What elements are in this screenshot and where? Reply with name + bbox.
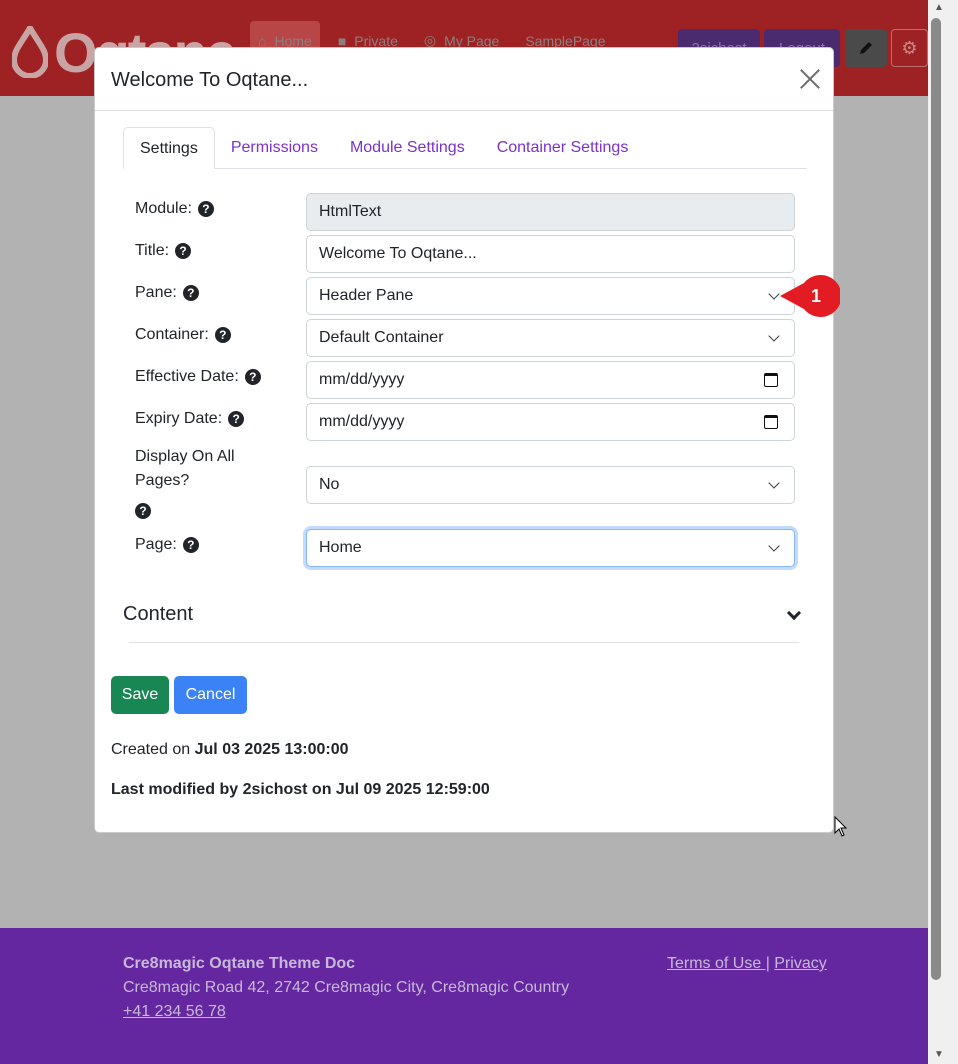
module-value: HtmlText <box>319 203 382 220</box>
modal-title: Welcome To Oqtane... <box>111 69 309 91</box>
module-label: Module: ? <box>135 197 214 221</box>
label-text: Module: <box>135 200 192 217</box>
label-text: Effective Date: <box>135 368 239 385</box>
help-icon[interactable]: ? <box>228 411 245 427</box>
title-input[interactable]: Welcome To Oqtane... <box>306 235 795 273</box>
page-select[interactable]: Home <box>306 529 795 567</box>
drop-icon <box>12 26 48 78</box>
scrollbar-thumb[interactable] <box>931 18 941 980</box>
effective-date-value: mm/dd/yyyy <box>319 371 405 388</box>
divider <box>129 642 799 643</box>
title-value: Welcome To Oqtane... <box>319 245 477 262</box>
label-text: Pane: <box>135 284 177 301</box>
help-icon[interactable]: ? <box>175 243 192 259</box>
footer-address: Cre8magic Road 42, 2742 Cre8magic City, … <box>123 979 570 996</box>
label-text: Pages? <box>135 472 190 489</box>
settings-button[interactable]: ⚙ <box>891 29 928 67</box>
expiry-date-value: mm/dd/yyyy <box>319 413 405 430</box>
modified-info: Last modified by 2sichost on Jul 09 2025… <box>111 781 490 799</box>
tab-container-settings[interactable]: Container Settings <box>481 127 645 169</box>
calendar-icon[interactable] <box>764 373 778 387</box>
pane-value: Header Pane <box>319 287 414 304</box>
label-text: Expiry Date: <box>135 410 223 427</box>
settings-tabs: Settings Permissions Module Settings Con… <box>123 127 807 169</box>
help-icon[interactable]: ? <box>214 327 231 343</box>
expiry-date-label: Expiry Date: ? <box>135 407 245 431</box>
chevron-down-icon <box>768 477 780 489</box>
container-value: Default Container <box>319 329 444 346</box>
module-settings-modal: Welcome To Oqtane... Settings Permission… <box>94 47 834 833</box>
created-info: Created on Jul 03 2025 13:00:00 <box>111 741 349 759</box>
chevron-down-icon[interactable] <box>786 605 802 621</box>
modal-header: Welcome To Oqtane... <box>95 48 833 111</box>
scroll-up-arrow-icon[interactable]: ▲ <box>934 2 944 13</box>
mouse-cursor-icon <box>834 816 848 837</box>
gear-icon: ⚙ <box>901 37 918 58</box>
label-text: Title: <box>135 242 170 259</box>
effective-date-input[interactable]: mm/dd/yyyy <box>306 361 795 399</box>
page-label: Page: ? <box>135 533 199 557</box>
tab-permissions[interactable]: Permissions <box>215 127 334 169</box>
close-icon[interactable] <box>799 68 821 90</box>
footer-links: Terms of Use | Privacy <box>667 955 827 973</box>
display-all-select[interactable]: No <box>306 466 795 504</box>
container-select[interactable]: Default Container <box>306 319 795 357</box>
scroll-down-arrow-icon[interactable]: ▼ <box>934 1049 944 1060</box>
label-text: Container: <box>135 326 209 343</box>
pencil-icon <box>860 42 872 54</box>
save-button[interactable]: Save <box>111 676 169 714</box>
help-icon[interactable]: ? <box>135 503 151 519</box>
container-label: Container: ? <box>135 323 231 347</box>
privacy-link[interactable]: Privacy <box>774 955 826 972</box>
cancel-button[interactable]: Cancel <box>174 676 247 714</box>
tab-module-settings[interactable]: Module Settings <box>334 127 481 169</box>
content-section-heading[interactable]: Content <box>123 603 193 626</box>
help-icon[interactable]: ? <box>197 201 214 217</box>
chevron-down-icon <box>768 330 780 342</box>
effective-date-label: Effective Date: ? <box>135 365 261 389</box>
display-all-label-line1: Display On All <box>135 445 235 469</box>
label-text: Page: <box>135 536 177 553</box>
annotation-number: 1 <box>810 286 821 306</box>
label-text: Display On All <box>135 448 235 465</box>
pane-label: Pane: ? <box>135 281 199 305</box>
help-icon[interactable]: ? <box>182 285 199 301</box>
title-label: Title: ? <box>135 239 192 263</box>
page-value: Home <box>319 539 362 556</box>
display-all-value: No <box>319 476 340 493</box>
calendar-icon[interactable] <box>764 415 778 429</box>
help-icon[interactable]: ? <box>182 537 199 553</box>
tab-settings[interactable]: Settings <box>123 127 215 169</box>
edit-button[interactable] <box>845 29 887 67</box>
pane-select[interactable]: Header Pane <box>306 277 795 315</box>
chevron-down-icon <box>768 540 780 552</box>
created-prefix: Created on <box>111 741 191 758</box>
module-field: HtmlText <box>306 193 795 231</box>
footer-phone-link[interactable]: +41 234 56 78 <box>123 1003 226 1021</box>
created-date: Jul 03 2025 13:00:00 <box>194 741 349 758</box>
footer-title: Cre8magic Oqtane Theme Doc <box>123 955 356 972</box>
expiry-date-input[interactable]: mm/dd/yyyy <box>306 403 795 441</box>
display-all-label-line2: Pages? <box>135 469 189 493</box>
terms-link[interactable]: Terms of Use | <box>667 955 770 972</box>
modified-text: Last modified by 2sichost on Jul 09 2025… <box>111 781 490 798</box>
display-all-help: ? <box>135 503 151 519</box>
help-icon[interactable]: ? <box>244 369 261 385</box>
